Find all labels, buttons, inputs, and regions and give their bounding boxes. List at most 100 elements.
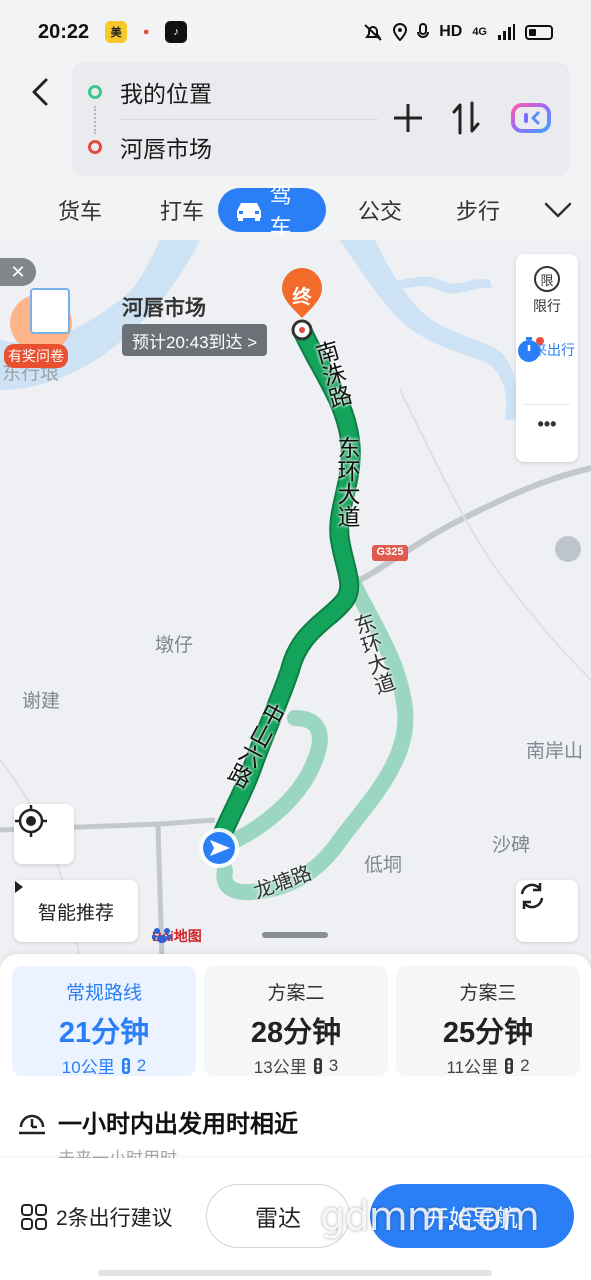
action-bar: 2条出行建议 雷达 开始导航 gdmm.com bbox=[0, 1158, 591, 1280]
route-distance: 13公里 bbox=[253, 1058, 307, 1077]
place-label: 谢建 bbox=[22, 691, 61, 712]
road-label-donghuan-main: 东环大道 bbox=[334, 436, 360, 528]
destination-label[interactable]: 河唇市场 bbox=[122, 292, 206, 322]
swap-button[interactable] bbox=[448, 100, 484, 136]
route-options: 常规路线 21分钟 10公里 2 方案二 28分钟 13公里 3 方案三 25分… bbox=[12, 966, 580, 1078]
locate-button[interactable] bbox=[14, 804, 74, 864]
route-distance: 11公里 bbox=[446, 1058, 499, 1077]
add-waypoint-button[interactable] bbox=[390, 100, 426, 136]
travel-mode-tabs: 货车 打车 驾车 公交 步行 bbox=[0, 180, 591, 240]
swap-icon bbox=[452, 101, 480, 135]
status-right: HD 4G bbox=[363, 23, 553, 41]
sheet-drag-handle[interactable] bbox=[262, 932, 328, 938]
tab-drive[interactable]: 驾车 bbox=[218, 183, 326, 240]
more-modes-button[interactable] bbox=[538, 201, 578, 219]
hint-title: 一小时内出发用时相近 bbox=[58, 1111, 298, 1138]
route-distance: 10公里 bbox=[61, 1058, 115, 1077]
destination-row[interactable]: 河唇市场 bbox=[72, 120, 212, 174]
origin-field[interactable]: 我的位置 bbox=[120, 75, 212, 109]
clock-icon bbox=[19, 1114, 45, 1134]
status-time: 20:22 bbox=[38, 20, 90, 43]
route-header: 我的位置 河唇市场 bbox=[0, 60, 591, 180]
timer-icon bbox=[518, 337, 544, 362]
route-time: 25分钟 bbox=[442, 1017, 534, 1049]
survey-clipboard-icon bbox=[30, 288, 70, 334]
caret-right-icon bbox=[15, 881, 23, 893]
ai-assistant-button[interactable] bbox=[510, 100, 552, 136]
car-icon bbox=[237, 203, 261, 221]
route-name: 常规路线 bbox=[65, 983, 142, 1004]
route-lights: 2 bbox=[136, 1055, 147, 1075]
restriction-icon: 限 bbox=[534, 266, 560, 292]
tab-walk[interactable]: 步行 bbox=[448, 194, 508, 226]
eta-pill[interactable]: 预计20:43到达 > bbox=[122, 324, 268, 356]
close-promo-button[interactable]: ✕ bbox=[0, 258, 36, 286]
tab-drive-label: 驾车 bbox=[269, 183, 292, 240]
highway-road bbox=[358, 465, 591, 583]
home-indicator[interactable] bbox=[98, 1270, 492, 1276]
tab-truck[interactable]: 货车 bbox=[50, 194, 110, 226]
place-label: 低垌 bbox=[364, 855, 403, 876]
chevron-left-icon bbox=[32, 78, 48, 106]
travel-advice-button[interactable]: 2条出行建议 bbox=[20, 1202, 173, 1232]
departure-hint[interactable]: 一小时内出发用时相近 bbox=[18, 1104, 298, 1139]
map-pin-app-icon: ● bbox=[142, 26, 150, 38]
divider bbox=[524, 404, 570, 405]
smart-recommend-button[interactable]: 智能推荐 bbox=[14, 880, 138, 942]
plus-icon bbox=[394, 104, 422, 132]
baidu-logo: Bai地图 bbox=[152, 926, 202, 946]
route-option[interactable]: 方案二 28分钟 13公里 3 bbox=[204, 966, 388, 1078]
more-options-button[interactable]: ••• bbox=[516, 414, 578, 435]
restriction-label: 限行 bbox=[533, 298, 561, 314]
signal-icon bbox=[498, 24, 515, 40]
destination-dot-icon bbox=[88, 140, 102, 154]
future-travel-button[interactable]: 未来出行 bbox=[516, 336, 578, 362]
poi-icon bbox=[555, 536, 581, 562]
location-icon bbox=[393, 23, 408, 41]
route-meta: 13公里 3 bbox=[254, 1053, 338, 1078]
place-label: 南岸山 bbox=[526, 741, 584, 762]
back-button[interactable] bbox=[24, 76, 56, 108]
route-time: 21分钟 bbox=[58, 1017, 150, 1049]
tiktok-icon: ♪ bbox=[165, 21, 188, 43]
route-meta: 11公里 2 bbox=[446, 1053, 529, 1078]
survey-promo[interactable]: ✕ 有奖问卷 bbox=[0, 258, 90, 368]
grid-icon bbox=[21, 1204, 47, 1230]
origin-row[interactable]: 我的位置 bbox=[72, 65, 212, 119]
tab-bus[interactable]: 公交 bbox=[350, 194, 410, 226]
route-lights: 3 bbox=[328, 1055, 339, 1075]
traffic-restriction-button[interactable]: 限 限行 bbox=[516, 266, 578, 316]
crosshair-icon bbox=[15, 805, 47, 837]
map-view[interactable]: G325 终 南洙路 东环大道 东环大道 中山六路 龙塘路 墩仔 谢建 南岸山 … bbox=[0, 240, 591, 960]
route-lights: 2 bbox=[520, 1055, 530, 1075]
route-name: 方案三 bbox=[459, 983, 517, 1004]
place-label: 沙碑 bbox=[492, 835, 531, 856]
chevron-down-icon bbox=[544, 202, 572, 218]
route-name: 方案二 bbox=[267, 983, 325, 1004]
route-option[interactable]: 常规路线 21分钟 10公里 2 bbox=[12, 966, 196, 1077]
refresh-route-button[interactable] bbox=[516, 880, 578, 942]
route-input-box: 我的位置 河唇市场 bbox=[72, 62, 570, 176]
refresh-icon bbox=[520, 883, 544, 909]
destination-point-inner bbox=[299, 327, 305, 333]
smart-recommend-label: 智能推荐 bbox=[37, 902, 114, 924]
place-label: 墩仔 bbox=[155, 635, 194, 656]
start-navigation-button[interactable]: 开始导航 bbox=[370, 1184, 574, 1248]
mute-icon bbox=[364, 24, 382, 41]
tab-taxi[interactable]: 打车 bbox=[152, 194, 212, 226]
baidu-paw-icon bbox=[152, 928, 172, 943]
status-bar: 20:22 美 ● ♪ HD 4G bbox=[0, 0, 591, 64]
battery-icon bbox=[525, 24, 553, 40]
meituan-icon: 美 bbox=[105, 21, 128, 43]
travel-advice-label: 2条出行建议 bbox=[56, 1207, 173, 1230]
hd-indicator: HD bbox=[439, 23, 463, 40]
status-app-icons: 美 ● ♪ bbox=[105, 21, 188, 43]
destination-field[interactable]: 河唇市场 bbox=[120, 130, 212, 164]
route-option[interactable]: 方案三 25分钟 11公里 2 bbox=[396, 966, 580, 1078]
radar-button[interactable]: 雷达 bbox=[206, 1184, 350, 1248]
promo-label: 有奖问卷 bbox=[4, 344, 68, 368]
traffic-light-icon bbox=[505, 1057, 514, 1074]
water-area bbox=[340, 240, 517, 420]
network-indicator: 4G bbox=[472, 26, 487, 38]
route-sheet: 常规路线 21分钟 10公里 2 方案二 28分钟 13公里 3 方案三 25分… bbox=[0, 954, 591, 1280]
